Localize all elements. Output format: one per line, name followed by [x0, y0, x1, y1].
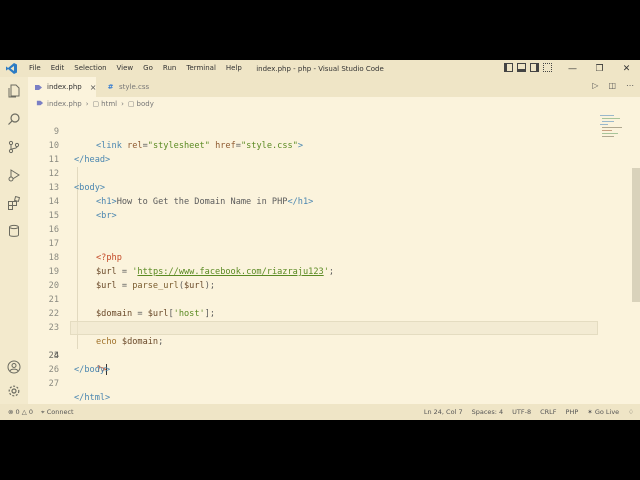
menu-selection[interactable]: Selection: [69, 60, 111, 77]
source-control-icon[interactable]: [6, 139, 22, 155]
code-line: 18 $url = 'https://www.facebook.com/riaz…: [28, 237, 628, 277]
html-element-icon: ▢: [127, 100, 135, 108]
account-icon[interactable]: [6, 359, 22, 375]
toggle-panel-icon[interactable]: [517, 63, 526, 72]
status-bar: ⊗ 0 △ 0 ⌖ Connect Ln 24, Col 7 Spaces: 4…: [0, 404, 640, 420]
error-count: 0: [15, 408, 20, 416]
php-file-icon: [36, 99, 44, 109]
code-line: 11: [28, 139, 628, 165]
code-line: 21 $domain = $url['host'];: [28, 279, 628, 319]
code-line: 27 </html>: [28, 363, 628, 403]
code-line: 12 <body>: [28, 153, 628, 193]
encoding[interactable]: UTF-8: [512, 408, 531, 416]
settings-gear-icon[interactable]: [6, 383, 22, 399]
language-mode[interactable]: PHP: [566, 408, 579, 416]
code-line: 13 <h1>How to Get the Domain Name in PHP…: [28, 167, 628, 207]
code-line: 15: [28, 195, 628, 221]
tab-close-icon[interactable]: ×: [90, 83, 97, 92]
problems-indicator[interactable]: ⊗ 0 △ 0: [8, 408, 33, 416]
menu-view[interactable]: View: [112, 60, 139, 77]
code-line-current: 24 ?>: [28, 321, 628, 375]
chevron-right-icon: ›: [121, 100, 124, 108]
menu-file[interactable]: File: [24, 60, 46, 77]
search-icon[interactable]: [6, 111, 22, 127]
customize-layout-icon[interactable]: [543, 63, 552, 72]
tab-bar: index.php × # style.css ▷ ◫ ⋯: [28, 77, 640, 97]
vertical-scrollbar[interactable]: [632, 168, 640, 302]
menu-help[interactable]: Help: [221, 60, 247, 77]
code-line: 9 <link rel="stylesheet" href="style.css…: [28, 111, 628, 151]
warning-icon: △: [21, 408, 27, 416]
menu-terminal[interactable]: Terminal: [181, 60, 221, 77]
current-line-highlight: [70, 321, 598, 335]
line-number: 27: [48, 379, 59, 389]
code-line: 17 <?php: [28, 223, 628, 263]
more-actions-icon[interactable]: ⋯: [626, 81, 634, 90]
run-debug-icon[interactable]: [6, 167, 22, 183]
layout-controls: [504, 63, 552, 72]
minimap[interactable]: [600, 114, 624, 144]
code-editor[interactable]: 9 <link rel="stylesheet" href="style.css…: [28, 111, 640, 404]
code-text: </html>: [74, 393, 111, 403]
notifications-bell-icon[interactable]: ♢: [628, 408, 634, 416]
code-line: 16: [28, 209, 628, 235]
breadcrumb: index.php › ▢ html › ▢ body: [28, 97, 640, 111]
minimize-icon[interactable]: —: [559, 60, 586, 77]
warning-count: 0: [28, 408, 33, 416]
code-line: 20: [28, 265, 628, 291]
code-line: 25 </body>: [28, 335, 628, 375]
tab-style-css[interactable]: # style.css: [100, 77, 166, 97]
database-icon[interactable]: [6, 223, 22, 239]
menu-run[interactable]: Run: [158, 60, 181, 77]
html-element-icon: ▢: [92, 100, 100, 108]
css-file-icon: #: [107, 83, 114, 91]
menu-go[interactable]: Go: [138, 60, 158, 77]
broadcast-icon: ✶: [587, 408, 593, 416]
breadcrumb-html[interactable]: html: [101, 100, 117, 108]
restore-icon[interactable]: ❐: [586, 60, 613, 77]
tab-label: style.css: [119, 83, 150, 91]
go-live-button[interactable]: ✶ Go Live: [587, 408, 619, 416]
window-controls: — ❐ ✕: [559, 60, 640, 77]
code-line: 14 <br>: [28, 181, 628, 221]
title-bar: File Edit Selection View Go Run Terminal…: [0, 60, 640, 77]
code-line: 22: [28, 293, 628, 319]
toggle-secondary-sidebar-icon[interactable]: [530, 63, 539, 72]
run-file-icon[interactable]: ▷: [592, 81, 598, 90]
end-of-line[interactable]: CRLF: [540, 408, 556, 416]
code-line: 23 echo $domain;: [28, 307, 628, 347]
breadcrumb-body[interactable]: body: [137, 100, 154, 108]
connect-item[interactable]: ⌖ Connect: [41, 408, 74, 417]
split-editor-icon[interactable]: ◫: [608, 81, 616, 90]
editor-actions: ▷ ◫ ⋯: [592, 81, 634, 90]
go-live-label: Go Live: [594, 408, 620, 416]
connect-label: Connect: [46, 407, 74, 416]
chevron-right-icon: ›: [85, 100, 89, 108]
code-line: 19 $url = parse_url($url);: [28, 251, 628, 291]
code-line: 10 </head>: [28, 125, 628, 165]
breadcrumb-file[interactable]: index.php: [47, 100, 82, 108]
window-title-text: index.php - php - Visual Studio Code: [256, 64, 384, 73]
plug-icon: ⌖: [40, 407, 45, 416]
vscode-logo-icon: [4, 62, 18, 76]
explorer-icon[interactable]: [6, 83, 22, 99]
error-icon: ⊗: [8, 408, 14, 416]
menu-edit[interactable]: Edit: [46, 60, 70, 77]
indentation[interactable]: Spaces: 4: [472, 408, 504, 416]
php-file-icon: [34, 83, 43, 92]
toggle-sidebar-icon[interactable]: [504, 63, 513, 72]
tab-index-php[interactable]: index.php ×: [28, 77, 96, 97]
activity-bar: [0, 77, 28, 404]
vscode-window: File Edit Selection View Go Run Terminal…: [0, 60, 640, 420]
tab-label: index.php: [47, 83, 82, 91]
code-line: 26: [28, 349, 628, 375]
cursor-position[interactable]: Ln 24, Col 7: [424, 408, 463, 416]
close-icon[interactable]: ✕: [613, 60, 640, 77]
extensions-icon[interactable]: [6, 195, 22, 211]
